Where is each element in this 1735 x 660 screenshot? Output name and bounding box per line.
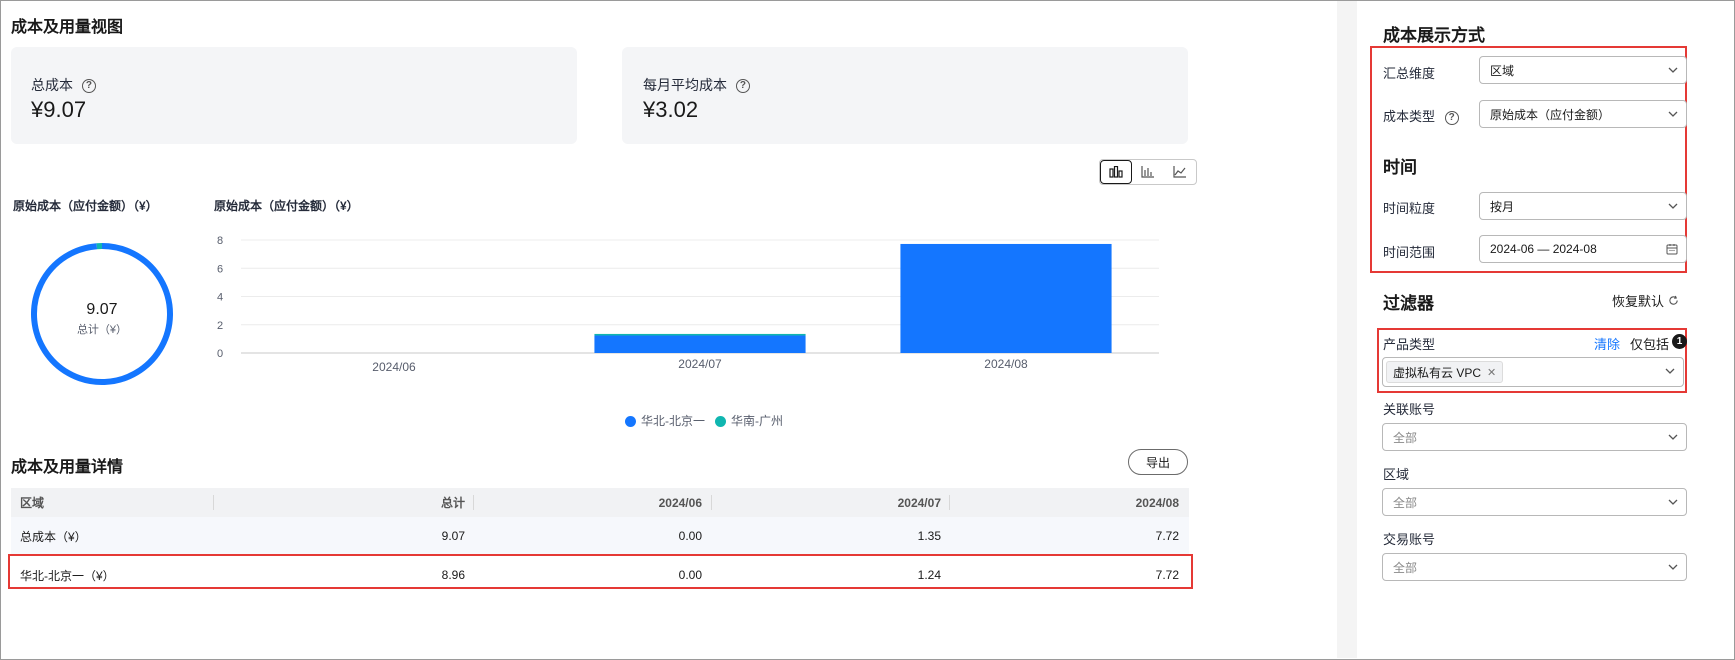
include-only-toggle[interactable]: 仅包括 <box>1630 334 1669 353</box>
bar-segment[interactable] <box>594 333 806 336</box>
y-tick-label: 6 <box>217 263 223 275</box>
bar-segment[interactable] <box>900 243 1112 353</box>
x-tick-label: 2024/08 <box>984 357 1028 371</box>
product-type-select[interactable]: 虚拟私有云 VPC ✕ <box>1382 357 1684 387</box>
filter-title: 过滤器 <box>1383 294 1434 313</box>
donut-total-value: 9.07 <box>86 301 118 318</box>
help-icon[interactable]: ? <box>81 79 96 94</box>
legend-item-guangzhou[interactable]: 华南-广州 <box>715 412 783 429</box>
main-panel: 成本及用量视图 总成本 ? ¥9.07 每月平均成本 ? ¥3.02 原始成本（… <box>1 1 1337 658</box>
bar-chart-icon[interactable] <box>1100 160 1132 184</box>
header-total: 总计 <box>440 496 465 510</box>
time-range-picker[interactable]: 2024-06 — 2024-08 <box>1479 235 1687 263</box>
refresh-icon <box>1669 295 1678 305</box>
region-select[interactable]: 全部 <box>1382 488 1687 516</box>
chevron-down-icon <box>1668 203 1678 209</box>
donut-total-label: 总计（¥） <box>76 324 128 336</box>
scroll-gutter <box>1337 1 1357 658</box>
time-granularity-label: 时间粒度 <box>1383 201 1436 216</box>
page-title: 成本及用量视图 <box>11 19 124 36</box>
table-header: 区域 总计 2024/06 2024/07 2024/08 <box>11 488 1189 517</box>
chevron-down-icon <box>1665 368 1675 374</box>
details-title: 成本及用量详情 <box>11 459 124 476</box>
chevron-down-icon <box>1668 434 1678 440</box>
legend-dot-icon <box>625 416 636 428</box>
stacked-bar-chart: 0 2 4 6 8 2024/06 2024/07 2024/08 <box>217 235 1159 374</box>
total-cost-card: 总成本 ? ¥9.07 <box>11 47 577 144</box>
linked-account-label: 关联账号 <box>1383 402 1436 417</box>
column-chart-icon[interactable] <box>1132 160 1164 184</box>
trade-account-select[interactable]: 全部 <box>1382 553 1687 581</box>
time-range-label: 时间范围 <box>1383 245 1436 260</box>
legend-dot-icon <box>715 416 726 428</box>
help-icon[interactable]: ? <box>735 79 750 94</box>
header-region: 区域 <box>20 496 45 510</box>
header-2024-06: 2024/06 <box>658 495 702 510</box>
monthly-average-card: 每月平均成本 ? ¥3.02 <box>622 47 1188 144</box>
monthly-average-label: 每月平均成本 <box>643 77 727 93</box>
summary-dimension-select[interactable]: 区域 <box>1479 56 1687 84</box>
chevron-down-icon <box>1668 564 1678 570</box>
linked-account-select[interactable]: 全部 <box>1382 423 1687 451</box>
cost-type-label: 成本类型 <box>1383 109 1436 124</box>
cost-type-select[interactable]: 原始成本（应付金额） <box>1479 100 1687 128</box>
help-icon[interactable]: ? <box>1444 110 1459 125</box>
highlight-box <box>8 554 1193 589</box>
chevron-down-icon <box>1668 499 1678 505</box>
calendar-icon[interactable] <box>1666 243 1678 255</box>
chart-legend: 华北-北京一 华南-广州 <box>625 412 783 429</box>
bar-segment[interactable] <box>594 335 806 353</box>
product-type-label: 产品类型 <box>1383 337 1436 352</box>
product-tag: 虚拟私有云 VPC ✕ <box>1386 361 1504 383</box>
display-mode-title: 成本展示方式 <box>1383 26 1485 45</box>
y-tick-label: 2 <box>217 320 223 332</box>
trade-account-label: 交易账号 <box>1383 532 1436 547</box>
legend-label: 华北-北京一 <box>641 414 705 428</box>
total-cost-value: ¥9.07 <box>31 97 87 122</box>
chevron-down-icon <box>1668 67 1678 73</box>
y-tick-label: 0 <box>217 348 223 360</box>
region-label: 区域 <box>1383 467 1410 482</box>
settings-panel: 成本展示方式 汇总维度 区域 成本类型 ? 原始成本（应付金额） 时间 时间粒度… <box>1357 1 1734 658</box>
x-tick-label: 2024/06 <box>372 360 416 374</box>
header-2024-08: 2024/08 <box>1135 495 1179 510</box>
clear-button[interactable]: 清除 <box>1594 334 1620 353</box>
line-chart-icon[interactable] <box>1164 160 1196 184</box>
legend-label: 华南-广州 <box>731 414 783 428</box>
chevron-down-icon <box>1668 111 1678 117</box>
total-cost-label: 总成本 <box>31 77 73 93</box>
summary-dimension-label: 汇总维度 <box>1383 66 1436 81</box>
x-tick-label: 2024/07 <box>678 357 722 371</box>
y-tick-label: 8 <box>217 235 223 247</box>
legend-item-beijing[interactable]: 华北-北京一 <box>625 412 705 429</box>
header-2024-07: 2024/07 <box>897 495 941 510</box>
reset-default-button[interactable]: 恢复默认 <box>1612 291 1679 310</box>
table-row[interactable]: 总成本（¥） 9.07 0.00 1.35 7.72 <box>11 517 1189 555</box>
monthly-average-value: ¥3.02 <box>643 97 699 122</box>
bar-chart-title: 原始成本（应付金额）（¥） <box>214 199 359 213</box>
time-title: 时间 <box>1383 158 1417 177</box>
time-granularity-select[interactable]: 按月 <box>1479 192 1687 220</box>
include-count-badge: 1 <box>1672 334 1687 349</box>
chart-type-switch <box>1099 159 1197 185</box>
y-tick-label: 4 <box>217 292 223 304</box>
export-button[interactable]: 导出 <box>1128 449 1188 475</box>
donut-title: 原始成本（应付金额）（¥） <box>13 199 158 213</box>
close-icon[interactable]: ✕ <box>1487 366 1496 379</box>
